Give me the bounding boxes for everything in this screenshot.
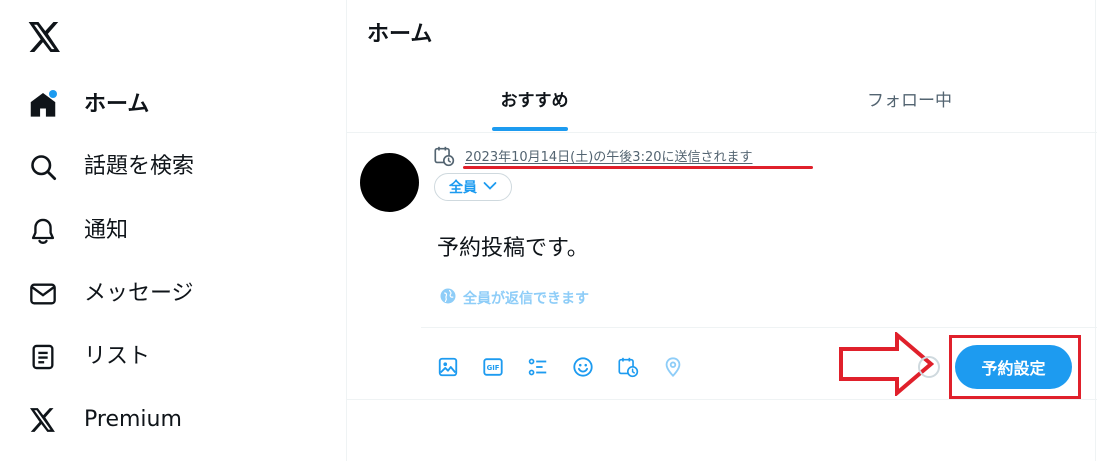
sidebar-item-home[interactable]: ホーム — [28, 85, 149, 125]
search-icon — [28, 152, 58, 182]
sidebar-item-notifications[interactable]: 通知 — [28, 211, 128, 251]
page-title: ホーム — [367, 22, 433, 47]
tab-label: おすすめ — [500, 91, 569, 111]
sidebar-item-lists[interactable]: リスト — [28, 337, 150, 377]
audience-label: 全員 — [449, 180, 477, 196]
sidebar-item-label: Premium — [84, 407, 182, 432]
tab-label: フォロー中 — [867, 91, 952, 111]
image-icon[interactable] — [435, 354, 461, 380]
reply-setting-label: 全員が返信できます — [463, 291, 589, 307]
sidebar-item-label: 話題を検索 — [84, 154, 195, 179]
calendar-clock-icon — [433, 145, 455, 171]
notification-dot — [49, 90, 57, 98]
scheduled-time-text: 2023年10月14日(土)の午後3:20に送信されます — [465, 150, 753, 165]
sidebar-item-label: リスト — [84, 344, 151, 369]
avatar[interactable] — [360, 153, 419, 212]
annotation-underline — [463, 166, 813, 169]
list-icon — [28, 342, 58, 372]
divider — [421, 327, 1097, 328]
timeline-tabs: おすすめ フォロー中 — [347, 70, 1097, 133]
sidebar-item-label: メッセージ — [84, 281, 194, 306]
poll-icon[interactable] — [525, 354, 551, 380]
page: ホーム 話題を検索 通知 メッセージ リスト Premium ホーム おすすめ … — [0, 0, 1101, 461]
sidebar-item-label: ホーム — [84, 92, 150, 117]
globe-icon — [439, 287, 457, 309]
sidebar-item-messages[interactable]: メッセージ — [28, 274, 194, 314]
main-column: ホーム おすすめ フォロー中 2023年10月14日(土)の午後3:20に送信さ… — [346, 0, 1097, 461]
audience-selector-button[interactable]: 全員 — [434, 173, 512, 201]
sidebar-item-premium[interactable]: Premium — [28, 400, 182, 440]
character-count-circle — [918, 356, 940, 378]
divider — [347, 399, 1097, 400]
sidebar: ホーム 話題を検索 通知 メッセージ リスト Premium — [0, 0, 346, 461]
reply-setting-button[interactable]: 全員が返信できます — [439, 287, 589, 309]
schedule-icon[interactable] — [615, 354, 641, 380]
x-logo-icon[interactable] — [28, 22, 62, 52]
svg-text:GIF: GIF — [487, 364, 500, 372]
post-text-input[interactable]: 予約投稿です。 — [437, 234, 589, 264]
mail-icon — [28, 279, 58, 309]
sidebar-item-explore[interactable]: 話題を検索 — [28, 147, 194, 187]
bell-icon — [28, 216, 58, 246]
compose-toolbar: GIF — [435, 354, 705, 380]
chevron-down-icon — [483, 179, 497, 195]
emoji-icon[interactable] — [570, 354, 596, 380]
schedule-button[interactable]: 予約設定 — [955, 345, 1072, 389]
home-icon — [28, 90, 58, 120]
sidebar-item-label: 通知 — [84, 218, 129, 243]
tab-recommended[interactable]: おすすめ — [347, 70, 722, 133]
x-logo-icon — [28, 405, 58, 435]
location-icon[interactable] — [660, 354, 686, 380]
tab-active-indicator — [492, 127, 568, 131]
tab-following[interactable]: フォロー中 — [722, 70, 1097, 133]
gif-icon[interactable]: GIF — [480, 354, 506, 380]
